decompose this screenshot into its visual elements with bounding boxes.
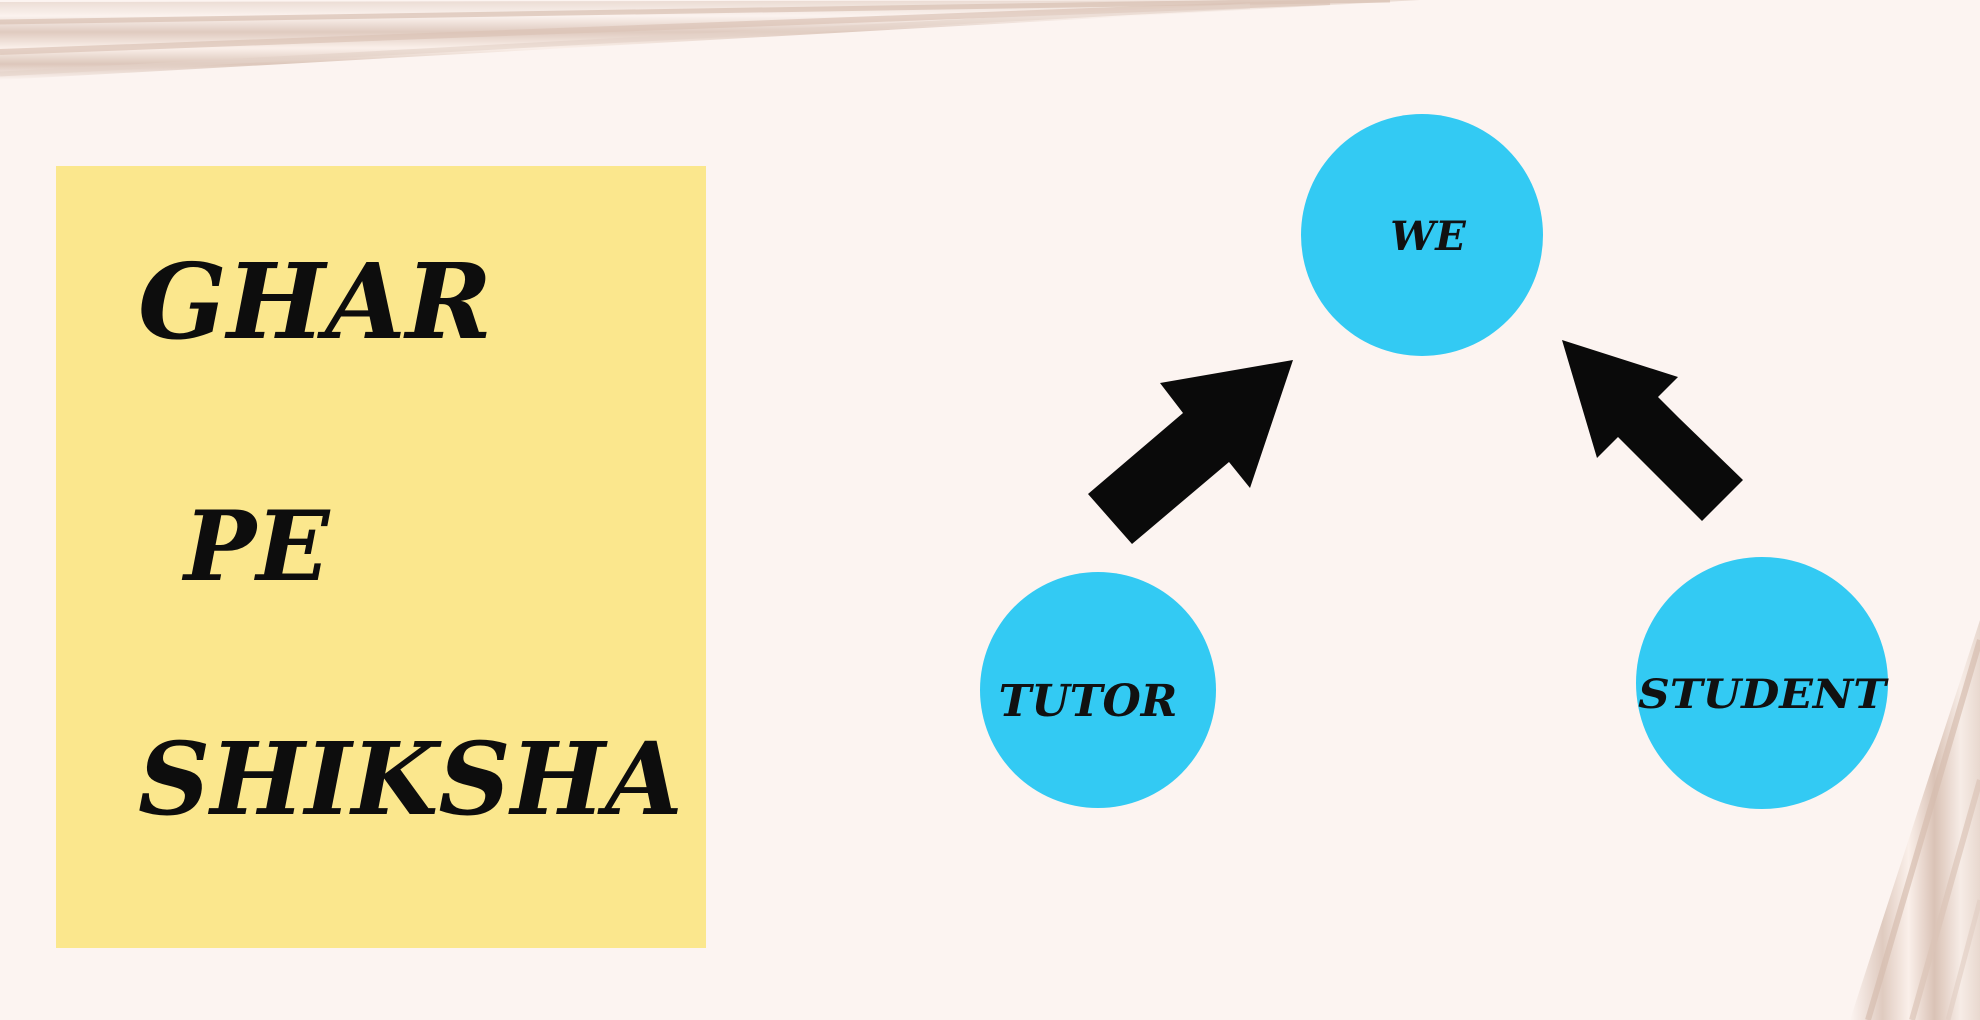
node-we-label: WE xyxy=(1390,213,1466,260)
arrow-tutor-to-we xyxy=(1088,360,1293,544)
node-tutor: TUTOR xyxy=(980,572,1216,808)
note-line-ghar: GHAR xyxy=(138,240,492,363)
node-student-label: STUDENT xyxy=(1638,671,1890,718)
slide-canvas: GHAR PE SHIKSHA WE TUTOR STUDENT xyxy=(0,0,1980,1020)
arrow-up-left-icon xyxy=(1562,340,1743,521)
note-line-pe: PE xyxy=(181,490,331,603)
node-student: STUDENT xyxy=(1636,557,1890,809)
sticky-note: GHAR PE SHIKSHA xyxy=(56,166,706,948)
node-tutor-label: TUTOR xyxy=(999,676,1178,727)
node-we: WE xyxy=(1301,114,1543,356)
slide-svg: GHAR PE SHIKSHA WE TUTOR STUDENT xyxy=(0,0,1980,1020)
decorative-top-tube xyxy=(0,0,1420,80)
arrow-student-to-we xyxy=(1562,340,1743,521)
arrow-up-right-icon xyxy=(1088,360,1293,544)
note-line-shiksha: SHIKSHA xyxy=(138,720,683,838)
